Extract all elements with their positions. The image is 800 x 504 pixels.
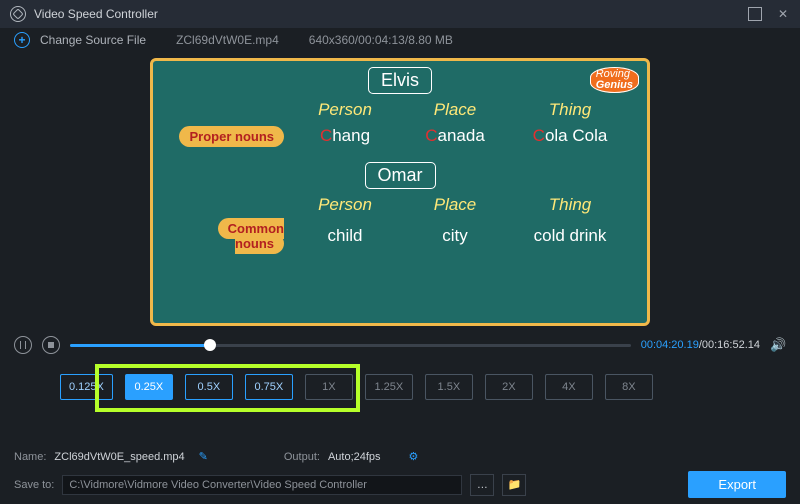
maximize-icon[interactable] bbox=[748, 7, 762, 21]
speed-125x[interactable]: 1.25X bbox=[365, 374, 413, 400]
volume-icon[interactable] bbox=[770, 337, 786, 353]
change-source-button[interactable]: + Change Source File bbox=[14, 32, 146, 48]
seek-slider[interactable] bbox=[70, 344, 631, 347]
title-bar: Video Speed Controller bbox=[0, 0, 800, 28]
speed-2x[interactable]: 2X bbox=[485, 374, 533, 400]
speed-8x[interactable]: 8X bbox=[605, 374, 653, 400]
change-source-label: Change Source File bbox=[40, 33, 146, 47]
file-bar: + Change Source File ZCl69dVtW0E.mp4 640… bbox=[0, 28, 800, 52]
export-button[interactable]: Export bbox=[688, 471, 786, 498]
saveto-label: Save to: bbox=[14, 479, 54, 491]
browse-button[interactable]: … bbox=[470, 474, 494, 496]
source-fileinfo: 640x360/00:04:13/8.80 MB bbox=[309, 33, 453, 47]
video-text: Elvis bbox=[368, 67, 432, 94]
close-icon[interactable] bbox=[776, 7, 790, 21]
speed-1x[interactable]: 1X bbox=[305, 374, 353, 400]
playback-controls: 00:04:20.19/00:16:52.14 bbox=[0, 332, 800, 358]
video-text: Omar bbox=[365, 162, 436, 189]
output-format: Auto;24fps bbox=[328, 451, 381, 463]
app-title: Video Speed Controller bbox=[34, 7, 158, 21]
speed-4x[interactable]: 4X bbox=[545, 374, 593, 400]
app-logo-icon bbox=[10, 6, 26, 22]
saveto-path[interactable]: C:\Vidmore\Vidmore Video Converter\Video… bbox=[62, 475, 462, 495]
stop-button[interactable] bbox=[42, 336, 60, 354]
speed-options: 0.125X 0.25X 0.5X 0.75X 1X 1.25X 1.5X 2X… bbox=[0, 358, 800, 412]
source-filename: ZCl69dVtW0E.mp4 bbox=[176, 33, 279, 47]
edit-name-icon[interactable]: ✎ bbox=[199, 450, 208, 463]
timecode: 00:04:20.19/00:16:52.14 bbox=[641, 339, 760, 351]
bottom-bar: Name: ZCl69dVtW0E_speed.mp4 ✎ Output: Au… bbox=[0, 446, 800, 504]
speed-025x[interactable]: 0.25X bbox=[125, 374, 173, 400]
window-controls bbox=[748, 7, 790, 21]
video-preview-area: RovingGenius Elvis Person Place Thing Pr… bbox=[0, 52, 800, 332]
play-pause-button[interactable] bbox=[14, 336, 32, 354]
speed-0125x[interactable]: 0.125X bbox=[60, 374, 113, 400]
open-folder-icon[interactable]: 📁 bbox=[502, 474, 526, 496]
speed-15x[interactable]: 1.5X bbox=[425, 374, 473, 400]
name-label: Name: bbox=[14, 451, 46, 463]
speed-075x[interactable]: 0.75X bbox=[245, 374, 293, 400]
speed-05x[interactable]: 0.5X bbox=[185, 374, 233, 400]
video-preview[interactable]: RovingGenius Elvis Person Place Thing Pr… bbox=[150, 58, 650, 326]
output-label: Output: bbox=[284, 451, 320, 463]
video-watermark: RovingGenius bbox=[590, 67, 639, 93]
output-settings-icon[interactable]: ⚙ bbox=[409, 450, 419, 463]
plus-icon: + bbox=[14, 32, 30, 48]
output-name: ZCl69dVtW0E_speed.mp4 bbox=[54, 451, 184, 463]
